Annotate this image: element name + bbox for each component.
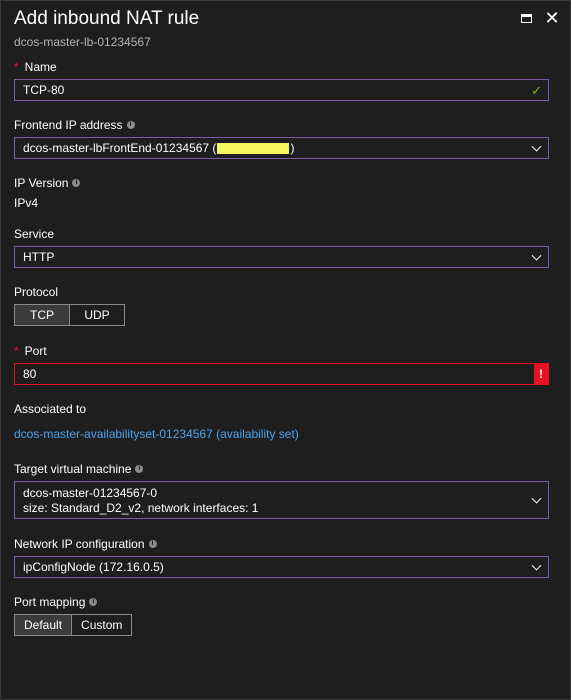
port-mapping-toggle: Default Custom [14,614,133,636]
port-mapping-option-custom[interactable]: Custom [72,615,132,635]
frontend-ip-label: Frontend IP address i [14,117,549,133]
network-ip-value: ipConfigNode (172.16.0.5) [23,560,164,574]
name-input[interactable]: TCP-80 ✓ [14,79,549,101]
info-icon[interactable]: i [89,598,98,606]
chevron-down-icon [531,250,542,261]
close-icon[interactable]: ✕ [544,9,560,27]
port-label: * Port [14,344,47,358]
info-icon[interactable]: i [148,540,157,548]
protocol-option-udp[interactable]: UDP [70,305,124,325]
error-icon: ! [534,364,548,384]
blade-header: Add inbound NAT rule dcos-master-lb-0123… [14,8,199,49]
protocol-section: Protocol TCP UDP [14,284,549,326]
network-ip-section: Network IP configuration i ipConfigNode (… [14,536,549,578]
protocol-label: Protocol [14,285,59,299]
required-marker: * [14,344,19,358]
service-value: HTTP [23,250,55,264]
target-vm-name: dcos-master-01234567-0 [23,486,158,500]
redacted-ip-highlight [217,142,290,154]
frontend-ip-section: Frontend IP address i dcos-master-lbFront… [14,117,549,159]
port-input[interactable]: 80 ! [14,363,549,385]
name-label: * Name [14,60,57,74]
ip-version-label: IP Version i [14,175,549,191]
network-ip-label: Network IP configuration i [14,536,549,552]
ip-version-value: IPv4 [14,196,39,210]
chevron-down-icon [531,560,542,571]
page-subtitle: dcos-master-lb-01234567 [14,35,151,49]
target-vm-select[interactable]: dcos-master-01234567-0 size: Standard_D2… [14,481,549,519]
frontend-ip-value: dcos-master-lbFrontEnd-01234567 ( [23,141,217,155]
name-section: * Name TCP-80 ✓ [14,59,549,101]
chevron-down-icon [531,141,542,152]
port-mapping-section: Port mapping i Default Custom [14,594,549,636]
frontend-ip-select[interactable]: dcos-master-lbFrontEnd-01234567 () [14,137,549,159]
port-mapping-label: Port mapping i [14,594,549,610]
protocol-toggle: TCP UDP [14,304,125,326]
port-mapping-option-default[interactable]: Default [15,615,73,635]
info-icon[interactable]: i [135,465,144,473]
page-title: Add inbound NAT rule [14,8,200,29]
name-value: TCP-80 [23,83,65,97]
service-section: Service HTTP [14,226,549,268]
required-marker: * [14,60,19,74]
ip-version-section: IP Version i IPv4 [14,175,549,210]
port-section: * Port 80 ! [14,343,549,385]
associated-section: Associated to dcos-master-availabilityse… [14,401,549,441]
network-ip-select[interactable]: ipConfigNode (172.16.0.5) [14,556,549,578]
frontend-ip-value-suffix: ) [290,141,295,155]
service-label: Service [14,227,55,241]
target-vm-label: Target virtual machine i [14,461,549,477]
info-icon[interactable]: i [72,179,81,187]
target-vm-section: Target virtual machine i dcos-master-0123… [14,461,549,519]
checkmark-icon: ✓ [531,83,542,98]
port-value: 80 [23,367,37,381]
info-icon[interactable]: i [126,121,135,129]
availability-set-link[interactable]: dcos-master-availabilityset-01234567 (av… [14,427,299,441]
target-vm-details: size: Standard_D2_v2, network interfaces… [23,501,259,515]
maximize-icon[interactable] [518,10,534,26]
service-select[interactable]: HTTP [14,246,549,268]
associated-label: Associated to [14,402,87,416]
protocol-option-tcp[interactable]: TCP [15,305,70,325]
